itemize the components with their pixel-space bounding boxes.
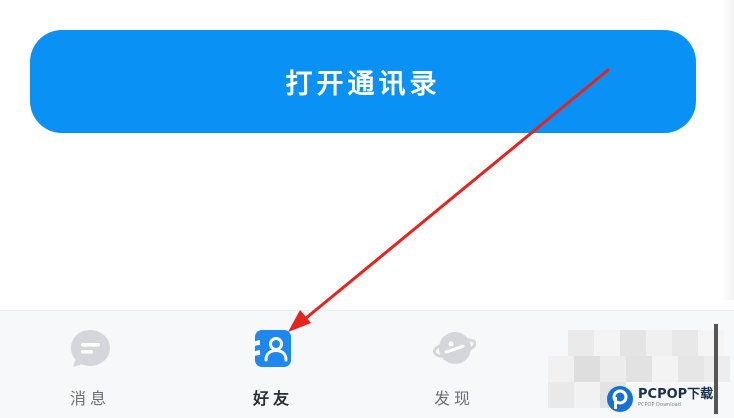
tab-messages-label: 消息: [69, 389, 110, 408]
tab-friends[interactable]: 好友: [218, 327, 328, 417]
tab-discover[interactable]: 发现: [399, 327, 509, 417]
tab-friends-label: 好友: [252, 389, 293, 408]
tab-discover-label: 发现: [433, 389, 474, 408]
open-contacts-label: 打开通讯录: [285, 69, 441, 100]
right-edge-shadow: [722, 0, 734, 300]
open-contacts-button[interactable]: 打开通讯录: [30, 30, 696, 133]
pcpop-logo-icon: [607, 385, 633, 412]
pcpop-watermark: PCPOP下载 PCPOP Download: [606, 380, 734, 417]
chat-bubble-icon: [71, 330, 110, 367]
tab-messages[interactable]: 消息: [35, 327, 145, 417]
planet-icon: [432, 332, 476, 364]
friends-icon: [251, 330, 291, 367]
watermark-main-text: PCPOP下载: [638, 387, 714, 402]
watermark-sub-text: PCPOP Download: [638, 402, 681, 408]
